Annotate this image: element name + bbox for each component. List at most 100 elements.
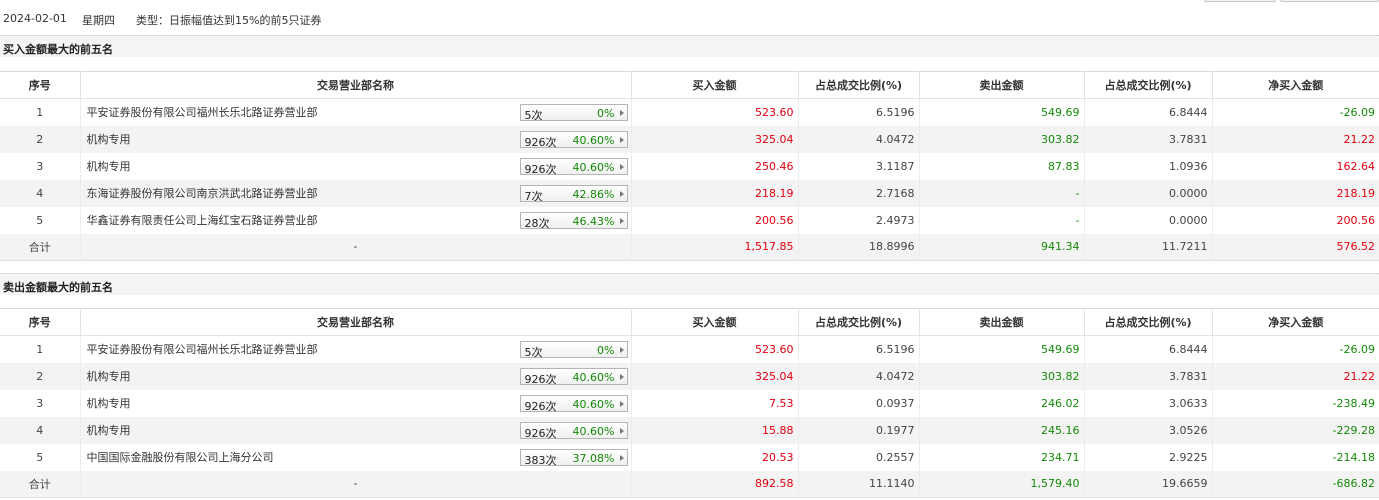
branch-stats-button[interactable]: 28次 46.43% <box>519 211 628 230</box>
net-buy-amount: -26.09 <box>1211 335 1379 363</box>
buy-amount: 20.53 <box>630 443 798 471</box>
buy-amount: 523.60 <box>630 335 798 363</box>
total-label: 合计 <box>0 470 80 498</box>
buy-ratio: 2.4973 <box>797 206 919 234</box>
arrow-right-icon <box>619 347 624 353</box>
sell-amount: - <box>918 179 1084 207</box>
success-rate: 46.43% <box>572 214 615 228</box>
sell-amount: 549.69 <box>918 98 1084 126</box>
branch-name-link[interactable]: 华鑫证券有限责任公司上海红宝石路证券营业部 <box>87 212 318 228</box>
sell-amount: 303.82 <box>918 362 1084 390</box>
success-rate: 40.60% <box>572 133 615 147</box>
total-sell-ratio: 19.6659 <box>1083 470 1212 498</box>
col-header-sell-ratio: 占总成交比例(%) <box>1083 308 1212 336</box>
branch-stats-button[interactable]: 926次 40.60% <box>519 130 628 149</box>
branch-name-link[interactable]: 平安证券股份有限公司福州长乐北路证券营业部 <box>87 341 318 357</box>
net-buy-amount: -214.18 <box>1211 443 1379 471</box>
total-name-placeholder: - <box>79 470 631 498</box>
total-buy-ratio: 18.8996 <box>797 233 919 261</box>
listing-count: 926次 <box>524 399 557 413</box>
branch-name-link[interactable]: 东海证券股份有限公司南京洪武北路证券营业部 <box>87 185 318 201</box>
table-row[interactable]: 2 机构专用 926次 40.60% 325.04 4.0472 303.82 3.7831 2… <box>0 362 1379 390</box>
sell-ratio: 3.7831 <box>1083 125 1212 153</box>
top-tab-button-1[interactable] <box>1204 0 1276 2</box>
arrow-right-icon <box>619 427 624 434</box>
branch-cell: 中国国际金融股份有限公司上海分公司 383次 37.08% <box>79 443 631 471</box>
arrow-right-icon <box>619 190 624 197</box>
col-header-index: 序号 <box>0 71 80 99</box>
branch-stats-button[interactable]: 383次 37.08% <box>519 448 628 467</box>
branch-stats-button[interactable]: 926次 40.60% <box>519 367 628 386</box>
weekday-text: 星期四 <box>82 14 115 27</box>
table-row[interactable]: 1 平安证券股份有限公司福州长乐北路证券营业部 5次 0% 523.60 6.5196 54… <box>0 335 1379 363</box>
buy-ratio: 4.0472 <box>797 125 919 153</box>
row-index: 1 <box>36 105 44 119</box>
table-row[interactable]: 2 机构专用 926次 40.60% 325.04 4.0472 303.82 3.7831 2… <box>0 125 1379 153</box>
success-rate: 40.60% <box>572 397 615 411</box>
total-row: 合计 -1,517.85 18.8996 941.34 11.7211 576.52 <box>0 233 1379 261</box>
sell-amount: 549.69 <box>918 335 1084 363</box>
listing-count: 5次 <box>524 346 543 359</box>
col-header-sell-amount: 卖出金额 <box>918 71 1084 99</box>
sell-section-title: 卖出金额最大的前五名 <box>0 273 1379 295</box>
sell-ratio: 0.0000 <box>1083 206 1212 234</box>
listing-count: 926次 <box>524 135 557 149</box>
table-row[interactable]: 3 机构专用 926次 40.60% 250.46 3.1187 87.83 1.0936 16… <box>0 152 1379 180</box>
row-index: 2 <box>0 125 80 153</box>
total-buy-ratio: 11.1140 <box>797 470 919 498</box>
branch-name-link[interactable]: 平安证券股份有限公司福州长乐北路证券营业部 <box>87 104 318 120</box>
success-rate: 40.60% <box>572 370 615 384</box>
buy-table-body: 1 平安证券股份有限公司福州长乐北路证券营业部 5次 0% 523.60 6.5196 54… <box>0 98 1379 261</box>
branch-cell: 机构专用 926次 40.60% <box>79 389 631 417</box>
table-row[interactable]: 1 平安证券股份有限公司福州长乐北路证券营业部 5次 0% 523.60 6.5196 54… <box>0 98 1379 126</box>
table-row[interactable]: 4 机构专用 926次 40.60% 15.88 0.1977 245.16 3.0526 -2… <box>0 416 1379 444</box>
sell-amount: 245.16 <box>918 416 1084 444</box>
branch-name-link[interactable]: 中国国际金融股份有限公司上海分公司 <box>87 449 274 465</box>
arrow-right-icon <box>619 454 624 461</box>
table-row[interactable]: 5 中国国际金融股份有限公司上海分公司 383次 37.08% 20.53 0.2557 2… <box>0 443 1379 471</box>
arrow-right-icon <box>619 163 624 170</box>
branch-cell: 机构专用 926次 40.60% <box>79 362 631 390</box>
total-sell-amount: 1,579.40 <box>918 470 1084 498</box>
sell-amount: 87.83 <box>918 152 1084 180</box>
total-row: 合计 -892.58 11.1140 1,579.40 19.6659 -686.82 <box>0 470 1379 498</box>
branch-cell: 华鑫证券有限责任公司上海红宝石路证券营业部 28次 46.43% <box>79 206 631 234</box>
table-row[interactable]: 5 华鑫证券有限责任公司上海红宝石路证券营业部 28次 46.43% 200.56 2.4… <box>0 206 1379 234</box>
col-header-sell-amount: 卖出金额 <box>918 308 1084 336</box>
top-tab-button-2[interactable] <box>1280 0 1379 2</box>
branch-stats-button[interactable]: 5次 0% <box>519 341 628 359</box>
total-net-buy: 576.52 <box>1211 233 1379 261</box>
success-rate: 42.86% <box>572 187 615 201</box>
table-row[interactable]: 4 东海证券股份有限公司南京洪武北路证券营业部 7次 42.86% 218.19 2.71… <box>0 179 1379 207</box>
branch-stats-button[interactable]: 5次 0% <box>519 104 628 122</box>
net-buy-amount: 21.22 <box>1211 362 1379 390</box>
arrow-right-icon <box>619 110 624 116</box>
branch-name-link[interactable]: 机构专用 <box>87 158 131 174</box>
listing-count: 926次 <box>524 162 557 176</box>
sell-amount: 303.82 <box>918 125 1084 153</box>
branch-stats-button[interactable]: 926次 40.60% <box>519 394 628 413</box>
success-rate: 37.08% <box>572 451 615 465</box>
branch-name-link[interactable]: 机构专用 <box>87 131 131 147</box>
success-rate: 0% <box>597 107 615 120</box>
branch-name-link[interactable]: 机构专用 <box>87 395 131 411</box>
branch-stats-button[interactable]: 7次 42.86% <box>519 184 628 203</box>
col-header-net-buy: 净买入金额 <box>1211 71 1379 99</box>
branch-cell: 东海证券股份有限公司南京洪武北路证券营业部 7次 42.86% <box>79 179 631 207</box>
branch-name-link[interactable]: 机构专用 <box>87 422 131 438</box>
listing-count: 926次 <box>524 426 557 440</box>
buy-amount: 325.04 <box>630 125 798 153</box>
row-index: 4 <box>0 416 80 444</box>
row-index: 5 <box>36 213 44 227</box>
branch-name-link[interactable]: 机构专用 <box>87 368 131 384</box>
sell-table-body: 1 平安证券股份有限公司福州长乐北路证券营业部 5次 0% 523.60 6.5196 54… <box>0 335 1379 498</box>
buy-amount: 218.19 <box>630 179 798 207</box>
table-row[interactable]: 3 机构专用 926次 40.60% 7.53 0.0937 246.02 3.0633 -23… <box>0 389 1379 417</box>
row-index: 2 <box>0 362 80 390</box>
buy-ratio: 4.0472 <box>797 362 919 390</box>
branch-stats-button[interactable]: 926次 40.60% <box>519 421 628 440</box>
branch-stats-button[interactable]: 926次 40.60% <box>519 157 628 176</box>
date-text: 2024-02-01 <box>3 12 67 25</box>
sell-ratio: 6.8444 <box>1083 98 1212 126</box>
net-buy-amount: -26.09 <box>1211 98 1379 126</box>
